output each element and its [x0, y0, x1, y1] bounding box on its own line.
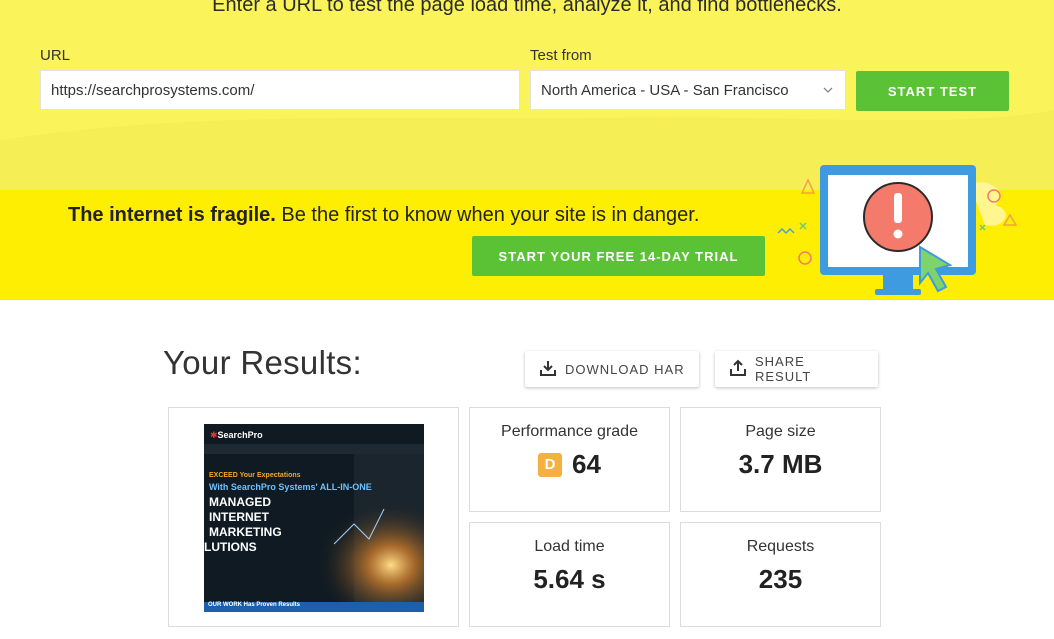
- load-time-value: 5.64 s: [533, 564, 606, 594]
- download-icon: [539, 359, 557, 380]
- url-label: URL: [40, 47, 71, 64]
- page-size-value: 3.7 MB: [738, 449, 823, 479]
- test-from-select[interactable]: North America - USA - San Francisco: [530, 70, 846, 110]
- page-size-card: Page size 3.7 MB: [680, 407, 881, 512]
- thumbnail-line: MANAGED: [209, 495, 271, 509]
- thumbnail-line: With SearchPro Systems' ALL-IN-ONE: [209, 482, 372, 492]
- load-time-label: Load time: [534, 538, 605, 555]
- thumbnail-line: MARKETING: [209, 525, 282, 539]
- start-test-button[interactable]: START TEST: [856, 71, 1009, 111]
- url-input[interactable]: [40, 70, 520, 110]
- promo-bold-text: The internet is fragile.: [68, 204, 276, 226]
- promo-rest-text: Be the first to know when your site is i…: [275, 204, 700, 226]
- requests-label: Requests: [746, 538, 815, 555]
- thumbnail-line: INTERNET: [209, 510, 269, 524]
- promo-text: The internet is fragile. Be the first to…: [68, 204, 699, 227]
- share-result-button[interactable]: SHARE RESULT: [715, 351, 878, 387]
- test-from-value: North America - USA - San Francisco: [541, 81, 789, 99]
- grade-badge: D: [538, 452, 563, 477]
- results-title: Your Results:: [163, 344, 362, 381]
- performance-grade-label: Performance grade: [501, 423, 638, 440]
- performance-grade-value: 64: [572, 449, 601, 479]
- share-result-label: SHARE RESULT: [755, 354, 812, 384]
- requests-value: 235: [758, 564, 803, 594]
- hero-subtitle: Enter a URL to test the page load time, …: [212, 0, 842, 16]
- monitor-alert-illustration: [777, 165, 1018, 295]
- free-trial-button[interactable]: START YOUR FREE 14-DAY TRIAL: [472, 236, 765, 276]
- requests-card: Requests 235: [680, 522, 881, 627]
- chevron-down-icon: [821, 83, 835, 97]
- thumbnail-logo: ✱SearchPro: [210, 430, 263, 440]
- test-from-label: Test from: [530, 47, 592, 64]
- performance-grade-card: Performance grade D 64: [469, 407, 670, 512]
- download-har-button[interactable]: DOWNLOAD HAR: [525, 351, 699, 387]
- load-time-card: Load time 5.64 s: [469, 522, 670, 627]
- screenshot-card: ✱SearchPro EXCEED Your Expectations With…: [168, 407, 459, 627]
- thumbnail-footer: OUR WORK Has Proven Results: [204, 602, 424, 612]
- share-icon: [729, 359, 747, 380]
- thumbnail-line: EXCEED Your Expectations: [209, 472, 301, 479]
- download-har-label: DOWNLOAD HAR: [565, 361, 685, 377]
- page-size-label: Page size: [745, 423, 816, 440]
- thumbnail-line: LUTIONS: [204, 540, 257, 554]
- thumbnail-nav: [204, 444, 424, 454]
- page-screenshot-thumbnail: ✱SearchPro EXCEED Your Expectations With…: [204, 424, 424, 612]
